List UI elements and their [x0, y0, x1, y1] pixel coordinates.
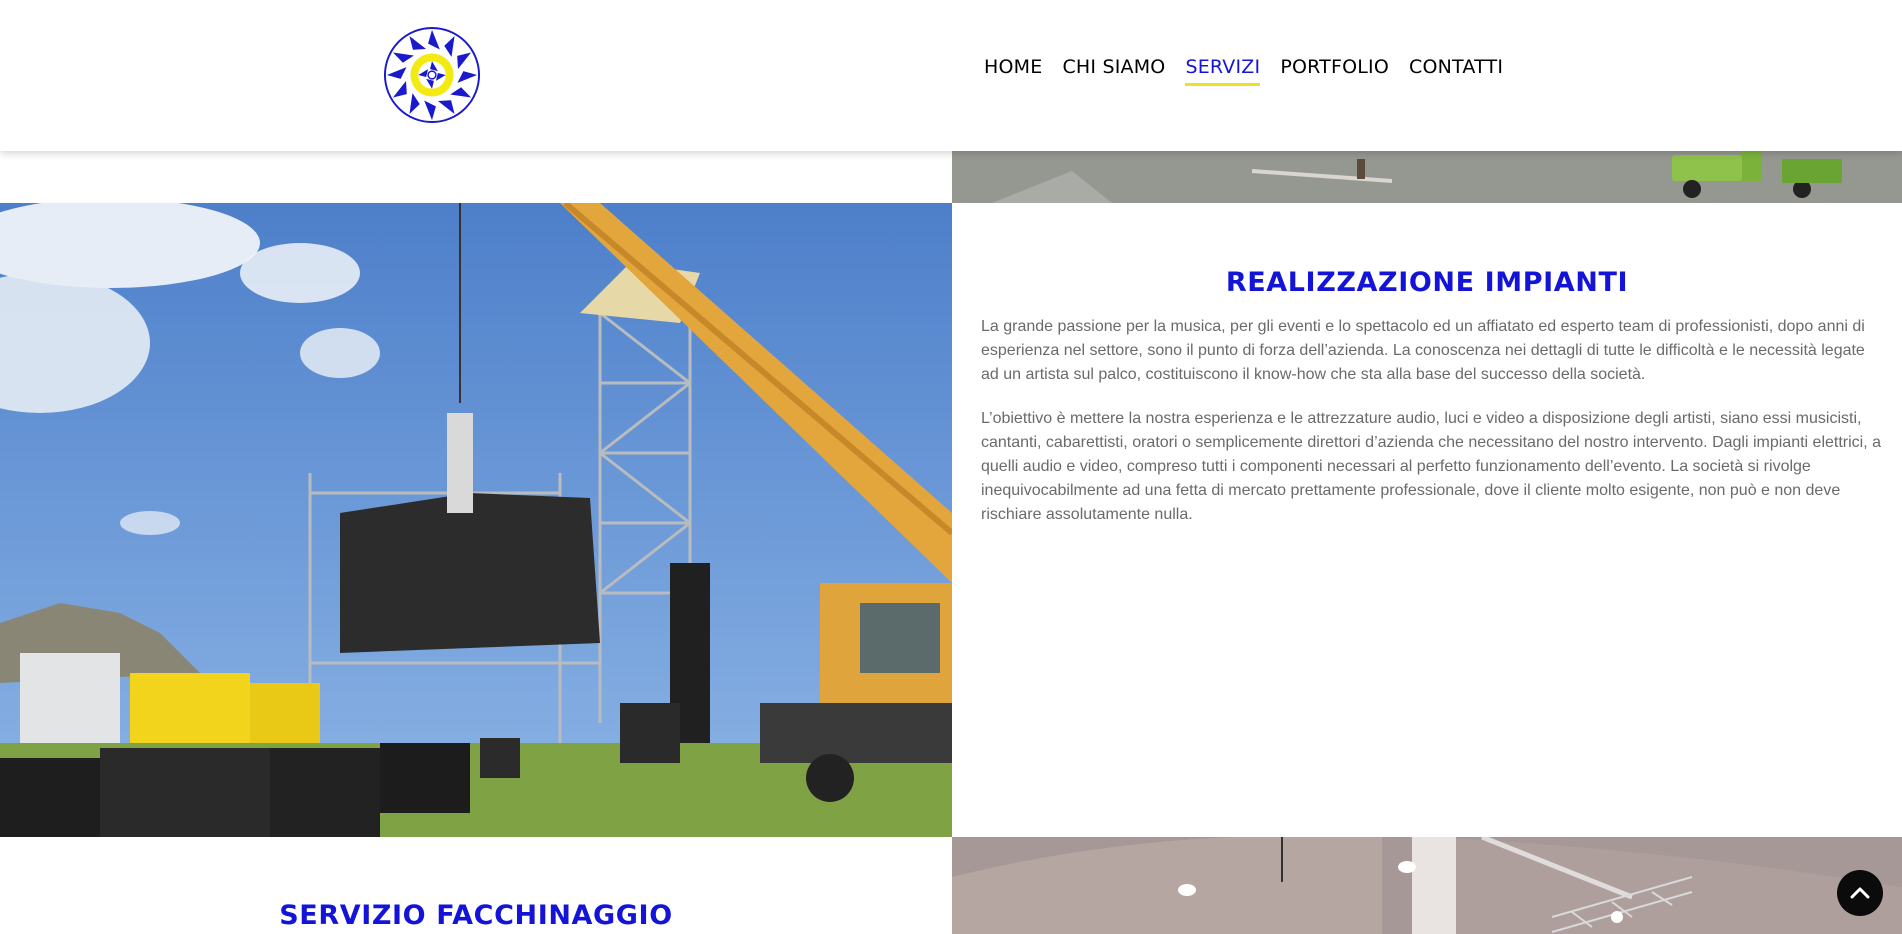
sun-spiral-logo-icon: [383, 26, 481, 124]
stage-construction-photo: [0, 203, 952, 837]
nav-portfolio[interactable]: PORTFOLIO: [1280, 56, 1389, 86]
chevron-up-icon: [1850, 887, 1870, 899]
nav-home[interactable]: HOME: [984, 56, 1042, 86]
previous-section-photo: [952, 151, 1902, 203]
nav-chi-siamo[interactable]: CHI SIAMO: [1062, 56, 1165, 86]
nav-servizi[interactable]: SERVIZI: [1185, 56, 1261, 86]
section-paragraph: La grande passione per la musica, per gl…: [981, 318, 1865, 383]
site-header: HOME CHI SIAMO SERVIZI PORTFOLIO CONTATT…: [0, 0, 1902, 151]
hall-truss-photo: [952, 837, 1902, 934]
section-paragraph: L’obiettivo è mettere la nostra esperien…: [981, 410, 1882, 523]
nav-contatti[interactable]: CONTATTI: [1409, 56, 1503, 86]
scroll-to-top-button[interactable]: [1837, 870, 1883, 916]
section-title: REALIZZAZIONE IMPIANTI: [1225, 267, 1629, 299]
facchinaggio-title: SERVIZIO FACCHINAGGIO: [279, 900, 673, 932]
realizzazione-impianti-section: REALIZZAZIONE IMPIANTI La grande passion…: [952, 203, 1902, 837]
main-nav: HOME CHI SIAMO SERVIZI PORTFOLIO CONTATT…: [984, 56, 1523, 86]
